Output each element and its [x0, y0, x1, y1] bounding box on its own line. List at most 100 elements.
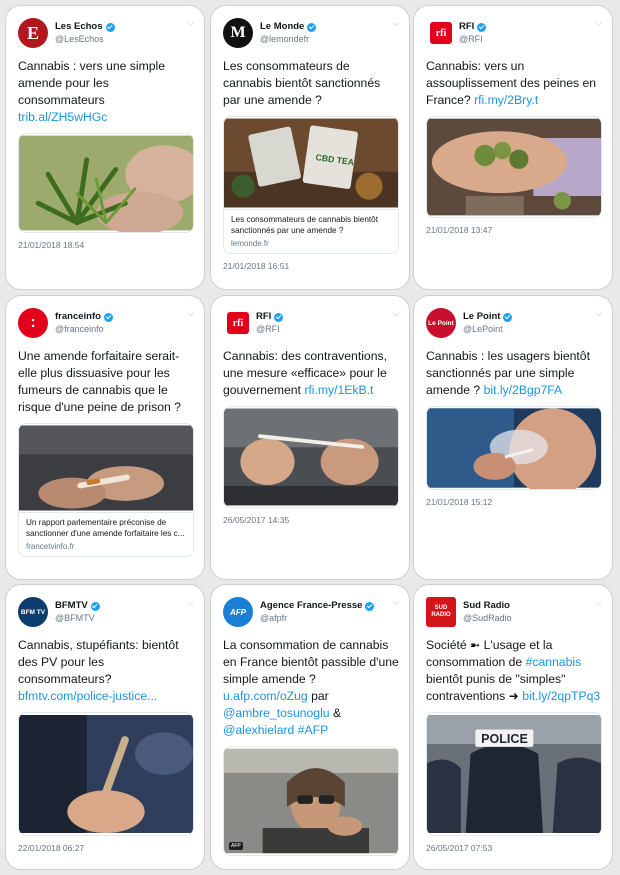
tweet-text: Une amende forfaitaire serait-elle plus … [18, 349, 181, 414]
cannabis-plant-photo [19, 135, 193, 232]
display-name[interactable]: franceinfo [55, 311, 101, 323]
tweet-card-sudradio[interactable]: SUD RADIO Sud Radio @SudRadio ⌵ Société … [413, 584, 613, 870]
chevron-down-icon[interactable]: ⌵ [392, 308, 399, 319]
link-card-source: lemonde.fr [231, 239, 269, 248]
lepoint-avatar[interactable]: Le Point [426, 308, 456, 338]
hashtag-link[interactable]: #AFP [298, 723, 328, 737]
display-name[interactable]: Le Point [463, 311, 500, 323]
lemonde-avatar[interactable]: M [223, 18, 253, 48]
video-badge: AFP [229, 842, 243, 850]
joint-fingers-photo [19, 715, 193, 833]
link-card-title: Les consommateurs de cannabis bientôt sa… [231, 215, 379, 235]
tweet-link[interactable]: rfi.my/2Bry.t [474, 93, 538, 107]
verified-badge-icon [307, 22, 317, 32]
tweet-photo[interactable] [223, 406, 399, 508]
police-officers-photo: POLICE [427, 715, 601, 833]
tweet-text: Société ➼ L'usage et la consommation de … [426, 638, 601, 703]
tweet-link[interactable]: bit.ly/2Bgp7FA [484, 383, 563, 397]
hashtag-link[interactable]: #cannabis [526, 655, 582, 669]
tweet-video[interactable]: AFP [223, 746, 399, 856]
chevron-down-icon[interactable]: ⌵ [187, 308, 194, 319]
franceinfo-avatar[interactable]: : [18, 308, 48, 338]
tweet-text: La consommation de cannabis en France bi… [223, 638, 399, 737]
hands-joint-photo [224, 408, 398, 506]
tweet-link[interactable]: bit.ly/2qpTPq3 [522, 689, 600, 703]
lesechos-avatar[interactable]: E [18, 18, 48, 48]
sudradio-avatar[interactable]: SUD RADIO [426, 597, 456, 627]
tweet-card-lemonde[interactable]: M Le Monde @lemondefr ⌵ Les consommateur… [210, 5, 410, 290]
chevron-down-icon[interactable]: ⌵ [187, 597, 194, 608]
user-handle[interactable]: @afpfr [260, 612, 374, 624]
tweet-text: Cannabis: des contraventions, une mesure… [223, 349, 387, 397]
hand-buds-photo [427, 118, 601, 216]
tweet-card-rfi-2[interactable]: rfi RFI @RFI ⌵ Cannabis: des contraventi… [210, 295, 410, 580]
display-name[interactable]: RFI [256, 311, 271, 323]
rolling-joint-photo [19, 425, 193, 511]
tweet-timestamp: 26/05/2017 07:53 [426, 843, 493, 853]
display-name[interactable]: Agence France-Presse [260, 600, 362, 612]
tweet-link[interactable]: rfi.my/1EkB.t [304, 383, 373, 397]
display-name[interactable]: Les Echos [55, 21, 103, 33]
tweet-photo[interactable] [18, 133, 194, 233]
link-card[interactable]: CBD TEA Les consommateurs de cannabis bi… [223, 116, 399, 254]
user-handle[interactable]: @lemondefr [260, 33, 316, 45]
tweet-timestamp: 21/01/2018 13:47 [426, 225, 493, 235]
user-handle[interactable]: @LePoint [463, 323, 512, 335]
tweet-timestamp: 22/01/2018 06:27 [18, 843, 85, 853]
tweet-photo[interactable] [18, 712, 194, 836]
tweet-text: Cannabis : les usagers bientôt sanctionn… [426, 349, 590, 397]
display-name[interactable]: Le Monde [260, 21, 304, 33]
chevron-down-icon[interactable]: ⌵ [392, 597, 399, 608]
tweet-link[interactable]: u.afp.com/oZug [223, 689, 308, 703]
tweet-text: Cannabis : vers une simple amende pour l… [18, 59, 165, 124]
mention-link[interactable]: @ambre_tosunoglu [223, 706, 330, 720]
tweet-card-afp[interactable]: AFP Agence France-Presse @afpfr ⌵ La con… [210, 584, 410, 870]
tweet-timestamp: 21/01/2018 15:12 [426, 497, 493, 507]
chevron-down-icon[interactable]: ⌵ [392, 18, 399, 29]
tweet-card-rfi-1[interactable]: rfi RFI @RFI ⌵ Cannabis: vers un assoupl… [413, 5, 613, 290]
bfmtv-avatar[interactable]: BFM TV [18, 597, 48, 627]
link-card-source: francetvinfo.fr [26, 542, 75, 551]
user-handle[interactable]: @BFMTV [55, 612, 100, 624]
user-handle[interactable]: @RFI [459, 33, 486, 45]
tweet-text: Les consommateurs de cannabis bientôt sa… [223, 59, 381, 107]
rfi-avatar[interactable]: rfi [227, 312, 249, 334]
smoking-person-photo [427, 408, 601, 489]
tweet-link[interactable]: trib.al/ZH5wHGc [18, 110, 107, 124]
user-handle[interactable]: @RFI [256, 323, 283, 335]
tweet-photo[interactable]: POLICE [426, 712, 602, 836]
tweet-text: Cannabis: vers un assouplissement des pe… [426, 59, 597, 107]
cbd-tea-photo: CBD TEA [224, 118, 398, 208]
mention-link[interactable]: @alexhielard [223, 723, 294, 737]
chevron-down-icon[interactable]: ⌵ [595, 597, 602, 608]
tweet-timestamp: 21/01/2018 18:54 [18, 240, 85, 250]
tweet-photo[interactable] [426, 406, 602, 490]
verified-badge-icon [90, 601, 100, 611]
chevron-down-icon[interactable]: ⌵ [595, 18, 602, 29]
tweet-text: Cannabis, stupéfiants: bientôt des PV po… [18, 638, 179, 703]
user-handle[interactable]: @franceinfo [55, 323, 113, 335]
rfi-avatar[interactable]: rfi [430, 22, 452, 44]
tweet-link[interactable]: bfmtv.com/police-justice... [18, 689, 157, 703]
user-handle[interactable]: @SudRadio [463, 612, 512, 624]
link-card-title: Un rapport parlementaire préconise de sa… [26, 518, 185, 538]
verified-badge-icon [503, 312, 513, 322]
tweet-card-bfmtv[interactable]: BFM TV BFMTV @BFMTV ⌵ Cannabis, stupéfia… [5, 584, 205, 870]
police-label: POLICE [481, 732, 528, 746]
link-card[interactable]: Un rapport parlementaire préconise de sa… [18, 423, 194, 557]
tweet-card-lesechos[interactable]: E Les Echos @LesEchos ⌵ Cannabis : vers … [5, 5, 205, 290]
tweet-card-franceinfo[interactable]: : franceinfo @franceinfo ⌵ Une amende fo… [5, 295, 205, 580]
display-name[interactable]: BFMTV [55, 600, 88, 612]
tweet-card-lepoint[interactable]: Le Point Le Point @LePoint ⌵ Cannabis : … [413, 295, 613, 580]
chevron-down-icon[interactable]: ⌵ [595, 308, 602, 319]
display-name[interactable]: RFI [459, 21, 474, 33]
verified-badge-icon [274, 312, 284, 322]
display-name[interactable]: Sud Radio [463, 600, 510, 612]
chevron-down-icon[interactable]: ⌵ [187, 18, 194, 29]
user-handle[interactable]: @LesEchos [55, 33, 115, 45]
afp-avatar[interactable]: AFP [223, 597, 253, 627]
tweet-timestamp: 21/01/2018 16:51 [223, 261, 290, 271]
tweet-photo[interactable] [426, 116, 602, 218]
tweet-timestamp: 26/05/2017 14:35 [223, 515, 290, 525]
verified-badge-icon [477, 22, 487, 32]
